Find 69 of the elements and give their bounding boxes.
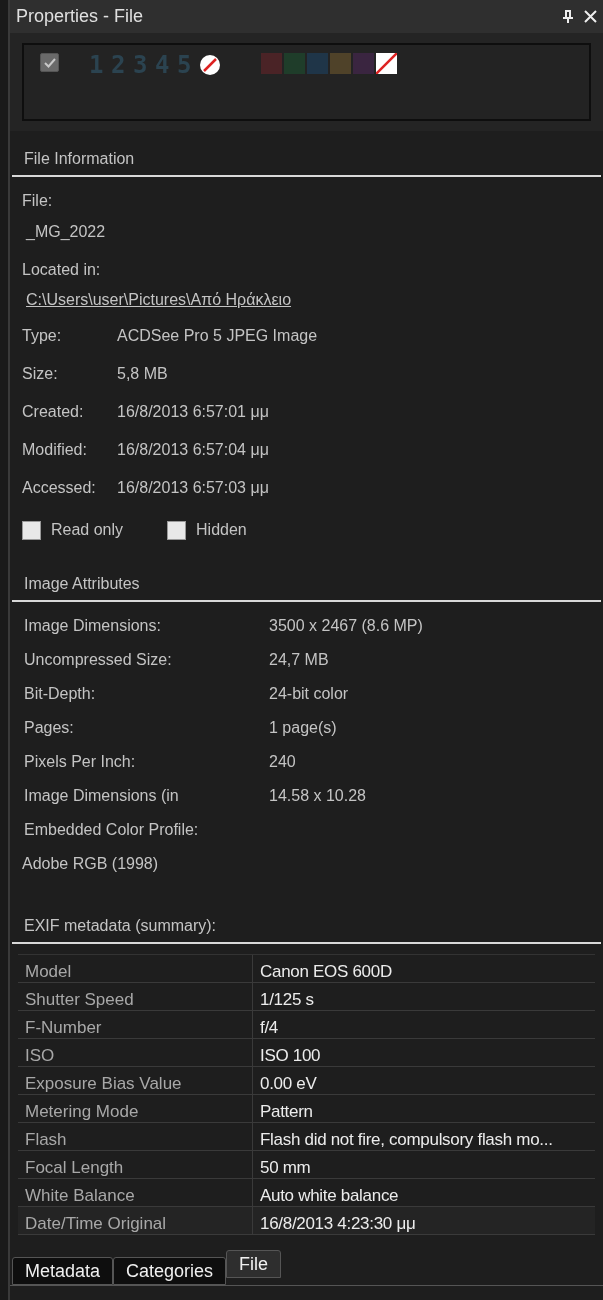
- color-profile: Adobe RGB (1998): [22, 854, 160, 874]
- table-cell-text: Canon EOS 600D: [259, 961, 393, 982]
- field-value: 16/8/2013 6:57:03 μμ: [117, 478, 269, 498]
- tab[interactable]: Metadata: [12, 1257, 114, 1285]
- table-cell: Model: [18, 955, 253, 982]
- table-cell: Metering Mode: [18, 1095, 253, 1122]
- table-cell-text: 0.00 eV: [259, 1073, 318, 1094]
- color-label[interactable]: [330, 53, 351, 74]
- table-cell-text: 16/8/2013 4:23:30 μμ: [259, 1213, 417, 1234]
- table-cell: White Balance: [18, 1179, 253, 1206]
- field-label: Created:: [22, 402, 85, 422]
- pin-icon[interactable]: [562, 9, 574, 24]
- attribute-value: 240: [269, 752, 296, 772]
- table-cell: Exposure Bias Value: [18, 1067, 253, 1094]
- table-cell-text: ISO 100: [259, 1045, 322, 1066]
- table-cell-text: Auto white balance: [259, 1185, 400, 1206]
- table-cell: Date/Time Original: [18, 1207, 253, 1234]
- color-label[interactable]: [261, 53, 282, 74]
- file-name: _MG_2022: [26, 222, 107, 242]
- table-cell: Shutter Speed: [18, 983, 253, 1010]
- checkbox[interactable]: [167, 520, 187, 540]
- attribute-value: 1 page(s): [269, 718, 337, 738]
- field-label: Size:: [22, 364, 59, 384]
- field-value: 16/8/2013 6:57:04 μμ: [117, 440, 269, 460]
- attribute-value: 3500 x 2467 (8.6 MP): [269, 616, 423, 636]
- checkbox-label: Hidden: [196, 520, 247, 540]
- table-cell-text: 50 mm: [259, 1157, 312, 1178]
- attribute-label: Uncompressed Size:: [24, 650, 173, 670]
- checkbox-label: Read only: [51, 520, 124, 540]
- table-cell: Focal Length: [18, 1151, 253, 1178]
- field-value: 5,8 MB: [117, 364, 168, 384]
- folder-link[interactable]: C:\Users\user\Pictures\Από Ηράκλειο: [26, 288, 292, 312]
- color-label[interactable]: [353, 53, 374, 74]
- color-label[interactable]: [307, 53, 328, 74]
- field-value: 16/8/2013 6:57:01 μμ: [117, 402, 269, 422]
- clear-color-icon[interactable]: [376, 53, 397, 74]
- attribute-label: Image Dimensions (in: [24, 786, 180, 806]
- table-cell: F-Number: [18, 1011, 253, 1038]
- table-cell-text: 1/125 s: [259, 989, 315, 1010]
- table-cell-text: f/4: [259, 1017, 279, 1038]
- attribute-value: 24-bit color: [269, 684, 349, 704]
- field-label: Accessed:: [22, 478, 97, 498]
- checkbox[interactable]: [40, 53, 59, 72]
- tab[interactable]: File: [226, 1250, 282, 1278]
- attribute-value: 24,7 MB: [269, 650, 329, 670]
- attribute-label: Embedded Color Profile:: [24, 820, 200, 840]
- field-label: Type:: [22, 326, 63, 346]
- close-icon[interactable]: [584, 10, 597, 23]
- tab[interactable]: Categories: [113, 1257, 227, 1285]
- table-cell-text: Flash did not fire, compulsory flash mo...: [259, 1129, 554, 1150]
- attribute-label: Bit-Depth:: [24, 684, 97, 704]
- section-title: EXIF metadata (summary):: [24, 917, 217, 934]
- attribute-value: 14.58 x 10.28: [269, 786, 366, 806]
- attribute-label: Pages:: [24, 718, 75, 738]
- table-cell: ISO: [18, 1039, 253, 1066]
- checkbox[interactable]: [22, 520, 41, 540]
- table-cell-text: Pattern: [259, 1101, 314, 1122]
- attribute-label: Image Dimensions:: [24, 616, 162, 636]
- section-title: Image Attributes: [24, 575, 140, 592]
- field-value: ACDSee Pro 5 JPEG Image: [117, 326, 318, 346]
- section-title: File Information: [24, 150, 135, 167]
- color-label[interactable]: [284, 53, 305, 74]
- attribute-label: Pixels Per Inch:: [24, 752, 137, 772]
- field-label: File:: [22, 191, 54, 211]
- window-title: Properties - File: [16, 5, 145, 28]
- table-cell: Flash: [18, 1123, 253, 1150]
- clear-rating-icon[interactable]: [199, 54, 221, 76]
- field-label: Modified:: [22, 440, 88, 460]
- field-label: Located in:: [22, 260, 102, 280]
